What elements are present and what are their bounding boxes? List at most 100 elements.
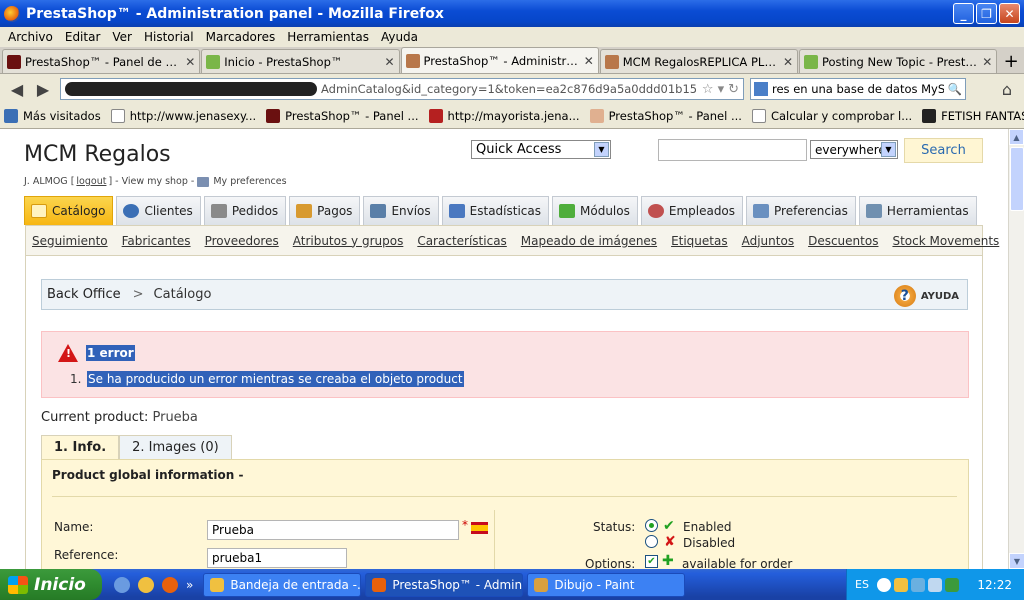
close-button[interactable]: ✕ [999, 3, 1020, 24]
subnav-fabricantes[interactable]: Fabricantes [122, 234, 191, 248]
forward-arrow-icon[interactable]: ▶ [30, 77, 56, 101]
new-tab-plus-icon[interactable]: + [998, 49, 1024, 73]
wrench-icon [865, 204, 882, 218]
menu-archivo[interactable]: Archivo [2, 30, 59, 44]
tray-volume-icon[interactable] [927, 577, 942, 592]
subnav-caracteristicas[interactable]: Características [417, 234, 506, 248]
preferences-link[interactable]: My preferences [213, 176, 286, 187]
search-engine-icon[interactable] [754, 82, 768, 96]
bookmark-item[interactable]: PrestaShop™ - Panel ... [266, 109, 419, 123]
search-scope-select[interactable]: everywhere ▼ [810, 140, 898, 159]
tab-catalogo[interactable]: Catálogo [24, 196, 114, 225]
bookmark-item[interactable]: Calcular y comprobar l... [751, 109, 912, 123]
status-disabled-radio[interactable] [645, 535, 658, 548]
search-magnifier-icon[interactable]: 🔍 [948, 82, 962, 96]
menu-ver[interactable]: Ver [106, 30, 138, 44]
tab-estadisticas[interactable]: Estadísticas [441, 196, 549, 225]
minimize-button[interactable]: _ [953, 3, 974, 24]
chevron-down-icon[interactable]: ▼ [881, 142, 896, 157]
url-bar[interactable]: AdminCatalog&id_category=1&token=ea2c876… [60, 78, 744, 100]
menu-herramientas[interactable]: Herramientas [281, 30, 375, 44]
admin-search-button[interactable]: Search [904, 138, 983, 163]
admin-search-input[interactable] [658, 139, 807, 161]
name-label: Name: [54, 520, 94, 534]
tab-pagos[interactable]: Pagos [289, 196, 361, 225]
main-tabs: Catálogo Clientes Pedidos Pagos Envíos E… [24, 195, 980, 225]
back-arrow-icon[interactable]: ◀ [4, 77, 30, 101]
tray-app-icon[interactable] [944, 577, 959, 592]
menu-editar[interactable]: Editar [59, 30, 107, 44]
language-flag-icon[interactable] [471, 522, 488, 534]
bookmark-item[interactable]: http://mayorista.jena... [428, 109, 580, 123]
preferences-icon [753, 204, 770, 218]
tab-info[interactable]: 1. Info. [41, 435, 120, 459]
tray-mail-icon[interactable] [893, 577, 908, 592]
tab-envios[interactable]: Envíos [363, 196, 439, 225]
menu-ayuda[interactable]: Ayuda [375, 30, 424, 44]
subnav-adjuntos[interactable]: Adjuntos [742, 234, 794, 248]
browser-tab[interactable]: Posting New Topic - PrestaSho... ✕ [799, 49, 998, 73]
tray-expand-icon[interactable] [876, 577, 891, 592]
tab-close-icon[interactable]: ✕ [185, 55, 195, 69]
reload-icon[interactable]: ↻ [728, 82, 739, 97]
bookmark-star-icon[interactable]: ☆ [702, 82, 714, 97]
browser-tab[interactable]: PrestaShop™ - Panel de admin... ✕ [2, 49, 201, 73]
tab-close-icon[interactable]: ✕ [384, 55, 394, 69]
page-scrollbar[interactable]: ▲ ▼ [1008, 129, 1024, 569]
tab-close-icon[interactable]: ✕ [584, 54, 594, 68]
tab-preferencias[interactable]: Preferencias [746, 196, 856, 225]
payment-icon [296, 204, 313, 218]
start-button[interactable]: Inicio [0, 569, 102, 600]
taskbar-button-active[interactable]: PrestaShop™ - Admin... [365, 572, 524, 597]
subnav-etiquetas[interactable]: Etiquetas [671, 234, 728, 248]
bookmark-item[interactable]: Más visitados [4, 109, 101, 123]
chevron-down-icon[interactable]: ▼ [594, 142, 609, 157]
language-indicator[interactable]: ES [855, 578, 869, 591]
tab-close-icon[interactable]: ✕ [783, 55, 793, 69]
help-button[interactable]: ? AYUDA [893, 285, 959, 307]
breadcrumb-root[interactable]: Back Office [47, 287, 121, 302]
tab-pedidos[interactable]: Pedidos [203, 196, 287, 225]
tray-network-icon[interactable] [910, 577, 925, 592]
taskbar-button[interactable]: Bandeja de entrada -... [203, 572, 362, 597]
tab-images[interactable]: 2. Images (0) [119, 435, 232, 459]
bookmark-item[interactable]: http://www.jenasexy... [110, 109, 256, 123]
browser-search-box[interactable]: res en una base de datos MySQL 🔍 [750, 78, 966, 100]
browser-tab[interactable]: MCM RegalosREPLICA PLANC... ✕ [599, 49, 798, 73]
browser-tab-active[interactable]: PrestaShop™ - Administration ... ✕ [400, 47, 599, 73]
subnav-seguimiento[interactable]: Seguimiento [32, 234, 108, 248]
tab-clientes[interactable]: Clientes [116, 196, 201, 225]
subnav-proveedores[interactable]: Proveedores [205, 234, 279, 248]
home-icon[interactable]: ⌂ [994, 77, 1020, 101]
restore-button[interactable]: ❐ [976, 3, 997, 24]
quick-access-select[interactable]: Quick Access ▼ [471, 140, 611, 159]
tab-modulos[interactable]: Módulos [552, 196, 638, 225]
catalog-sub-nav: Seguimiento Fabricantes Proveedores Atri… [25, 225, 999, 256]
subnav-atributos[interactable]: Atributos y grupos [293, 234, 404, 248]
taskbar-button[interactable]: Dibujo - Paint [527, 572, 686, 597]
mail-icon[interactable] [138, 576, 154, 593]
scroll-thumb[interactable] [1010, 147, 1024, 211]
reference-input[interactable]: prueba1 [207, 548, 347, 568]
subnav-stock-movements[interactable]: Stock Movements [892, 234, 999, 248]
status-enabled-radio[interactable] [645, 519, 658, 532]
scroll-down-arrow-icon[interactable]: ▼ [1009, 553, 1024, 569]
firefox-icon[interactable] [162, 576, 178, 593]
browser-tab[interactable]: Inicio - PrestaShop™ ✕ [201, 49, 400, 73]
menu-marcadores[interactable]: Marcadores [200, 30, 282, 44]
tab-empleados[interactable]: Empleados [640, 196, 744, 225]
scroll-up-arrow-icon[interactable]: ▲ [1009, 129, 1024, 145]
tab-herramientas[interactable]: Herramientas [858, 196, 977, 225]
globe-icon[interactable] [114, 576, 130, 593]
subnav-mapeado[interactable]: Mapeado de imágenes [521, 234, 657, 248]
quick-launch-overflow-icon[interactable]: » [186, 578, 193, 592]
bookmark-item[interactable]: PrestaShop™ - Panel ... [589, 109, 742, 123]
url-dropdown-icon[interactable]: ▾ [718, 82, 725, 97]
menu-historial[interactable]: Historial [138, 30, 200, 44]
tab-close-icon[interactable]: ✕ [982, 55, 992, 69]
subnav-descuentos[interactable]: Descuentos [808, 234, 878, 248]
name-input[interactable]: Prueba [207, 520, 459, 540]
bookmark-item[interactable]: FETISH FANTASY ELIT... [922, 109, 1024, 123]
available-for-order-checkbox[interactable]: ✔ [645, 555, 658, 568]
logout-link[interactable]: logout [76, 176, 106, 187]
